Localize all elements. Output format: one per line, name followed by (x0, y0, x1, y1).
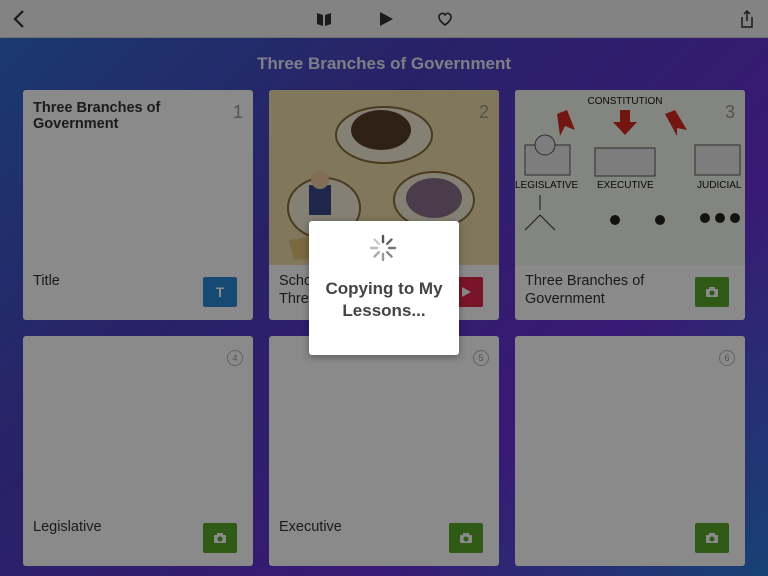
copying-dialog: Copying to My Lessons... (309, 221, 459, 355)
loading-spinner-icon (369, 234, 397, 262)
modal-message: Copying to My Lessons... (325, 279, 443, 320)
